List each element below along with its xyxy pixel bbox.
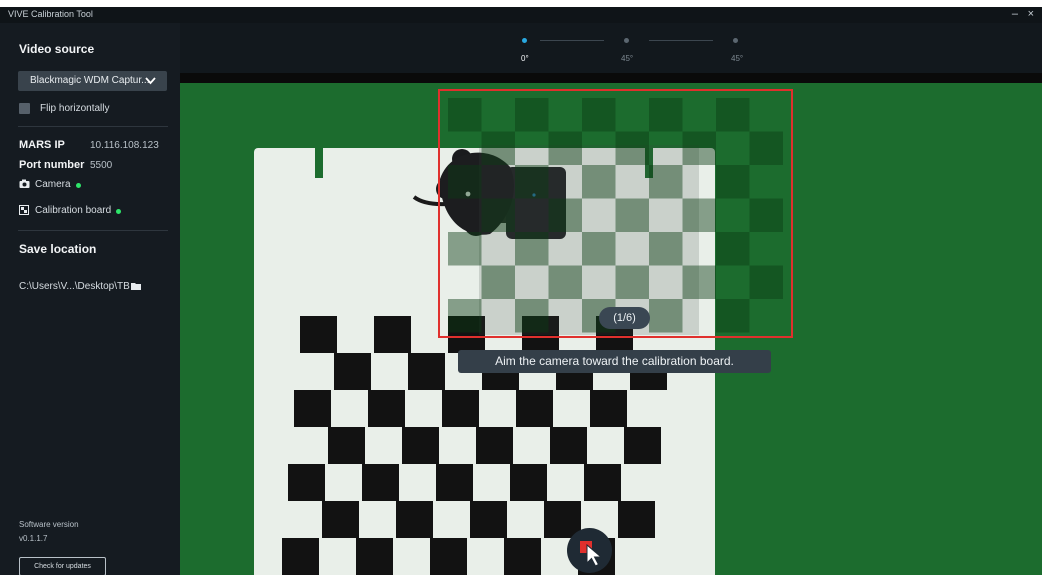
app-window: VIVE Calibration Tool – × Video source B… xyxy=(0,7,1042,575)
board-square xyxy=(328,427,365,464)
video-source-heading: Video source xyxy=(19,42,95,56)
step-dot-2 xyxy=(624,38,629,43)
save-location-path: C:\Users\V...\Desktop\TB xyxy=(19,281,130,292)
preview-letterbox xyxy=(180,73,1042,83)
board-square xyxy=(368,390,405,427)
port-number-value: 5500 xyxy=(90,160,113,171)
capture-counter: (1/6) xyxy=(599,307,650,329)
board-square xyxy=(590,390,627,427)
cursor-icon xyxy=(580,541,603,567)
board-square xyxy=(294,390,331,427)
board-square xyxy=(550,427,587,464)
board-square xyxy=(282,538,319,575)
step-label-1: 0° xyxy=(521,54,529,63)
board-square xyxy=(356,538,393,575)
board-square xyxy=(618,501,655,538)
board-square xyxy=(510,464,547,501)
board-square xyxy=(430,538,467,575)
checkerboard-icon xyxy=(19,205,29,215)
board-square xyxy=(402,427,439,464)
camera-label: Camera xyxy=(35,179,71,190)
board-square xyxy=(476,427,513,464)
board-square xyxy=(374,316,411,353)
folder-icon[interactable] xyxy=(131,282,141,290)
window-title: VIVE Calibration Tool xyxy=(8,9,93,19)
video-source-value: Blackmagic WDM Captur... xyxy=(30,75,150,86)
flip-horizontally-label: Flip horizontally xyxy=(40,103,110,114)
save-location-heading: Save location xyxy=(19,242,97,256)
board-square xyxy=(300,316,337,353)
board-square xyxy=(322,501,359,538)
sidebar: Video source Blackmagic WDM Captur... Fl… xyxy=(0,23,180,575)
board-square xyxy=(436,464,473,501)
step-label-2: 45° xyxy=(621,54,634,63)
camera-icon xyxy=(19,179,30,188)
board-square xyxy=(516,390,553,427)
step-connector xyxy=(540,40,604,41)
board-square xyxy=(362,464,399,501)
title-bar: VIVE Calibration Tool – × xyxy=(0,7,1042,23)
camera-status-dot xyxy=(76,183,81,188)
video-source-dropdown[interactable]: Blackmagic WDM Captur... xyxy=(18,71,167,91)
step-label-3: 45° xyxy=(731,54,744,63)
calibration-board-label: Calibration board xyxy=(35,205,112,216)
software-version-value: v0.1.1.7 xyxy=(19,534,48,543)
board-square xyxy=(396,501,433,538)
step-dot-3 xyxy=(733,38,738,43)
divider xyxy=(18,230,168,231)
calibration-board-status-dot xyxy=(116,209,121,214)
camera-preview: (1/6) Aim the camera toward the calibrat… xyxy=(180,73,1042,575)
board-square xyxy=(408,353,445,390)
minimize-button[interactable]: – xyxy=(1012,8,1018,20)
step-dot-1 xyxy=(522,38,527,43)
software-version-label: Software version xyxy=(19,520,79,529)
board-square xyxy=(624,427,661,464)
divider xyxy=(18,126,168,127)
board-square xyxy=(504,538,541,575)
board-square xyxy=(288,464,325,501)
angle-stepper: 0° 45° 45° xyxy=(180,23,1042,73)
mars-ip-value: 10.116.108.123 xyxy=(90,140,159,151)
mars-ip-label: MARS IP xyxy=(19,139,65,151)
capture-button[interactable] xyxy=(567,528,612,573)
step-connector xyxy=(649,40,713,41)
chevron-down-icon xyxy=(145,77,156,85)
port-number-label: Port number xyxy=(19,159,85,171)
flip-horizontally-checkbox[interactable] xyxy=(19,103,30,114)
close-button[interactable]: × xyxy=(1028,8,1034,20)
board-square xyxy=(334,353,371,390)
target-region-frame xyxy=(438,89,793,338)
check-for-updates-button[interactable]: Check for updates xyxy=(19,557,106,575)
instruction-tooltip: Aim the camera toward the calibration bo… xyxy=(458,350,771,373)
board-square xyxy=(442,390,479,427)
board-square xyxy=(584,464,621,501)
board-square xyxy=(470,501,507,538)
